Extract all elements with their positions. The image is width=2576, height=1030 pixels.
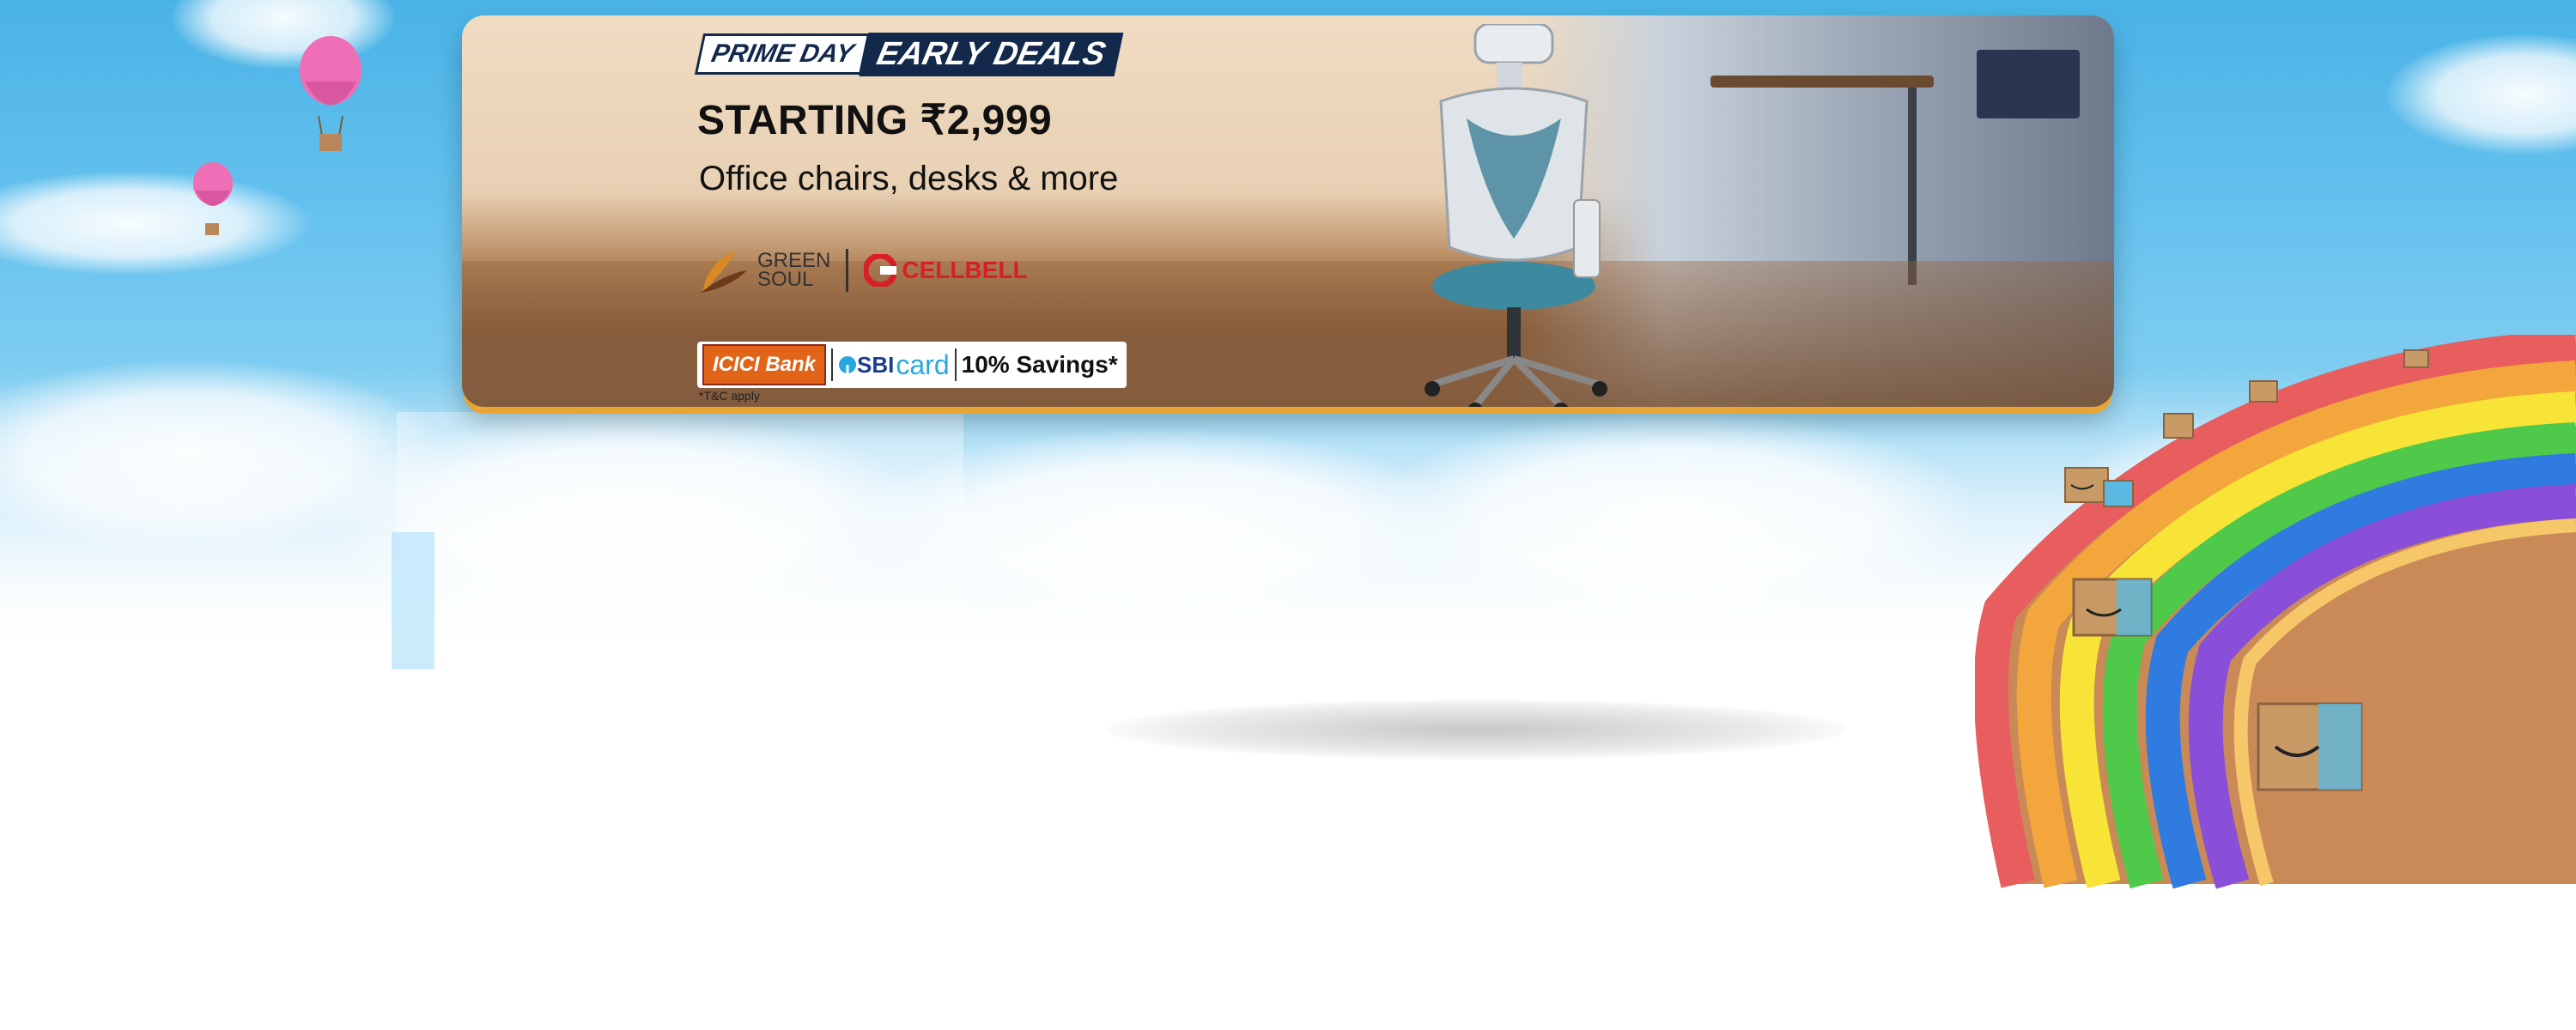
prime-day-label: PRIME DAY: [694, 33, 871, 75]
early-deals-label: EARLY DEALS: [860, 32, 1124, 76]
banner-headline: STARTING ₹2,999: [697, 98, 1053, 143]
hot-air-balloon-icon: [193, 162, 233, 235]
cellbell-wordmark: CELLBELL: [902, 257, 1028, 283]
prime-day-early-deals-tag: PRIME DAY EARLY DEALS: [694, 32, 1124, 76]
sbi-card-logo: SBI card: [838, 349, 950, 381]
bank-offer-bar[interactable]: ICICI Bank SBI card 10% Savings*: [697, 342, 1127, 388]
amazon-box-icon: [2072, 578, 2153, 637]
sbi-icon: [839, 356, 857, 373]
amazon-box-icon: [2064, 467, 2109, 503]
cellbell-logo: [864, 254, 897, 287]
rainbow-road-illustration: [1975, 335, 2576, 889]
greensoul-wordmark: GREEN SOUL: [757, 249, 831, 291]
brand-logos: GREEN SOUL CELLBELL: [699, 240, 1028, 300]
icici-bank-logo: ICICI Bank: [702, 344, 827, 385]
amazon-box-icon: [2163, 413, 2194, 439]
glass-panel: [397, 412, 963, 670]
office-chair-image: [1425, 24, 1607, 407]
greensoul-logo: [701, 250, 747, 293]
product-shadow: [1108, 700, 1846, 760]
amazon-box-icon: [2249, 380, 2278, 403]
savings-label: 10% Savings*: [961, 351, 1118, 378]
hot-air-balloon-icon: [300, 36, 361, 151]
tnc-note: *T&C apply: [699, 389, 760, 403]
banner-subline: Office chairs, desks & more: [699, 160, 1119, 197]
amazon-box-icon: [2403, 349, 2429, 368]
amazon-box-icon: [2257, 702, 2363, 791]
glass-pillar: [392, 532, 434, 670]
amazon-box-icon: [2103, 480, 2134, 507]
